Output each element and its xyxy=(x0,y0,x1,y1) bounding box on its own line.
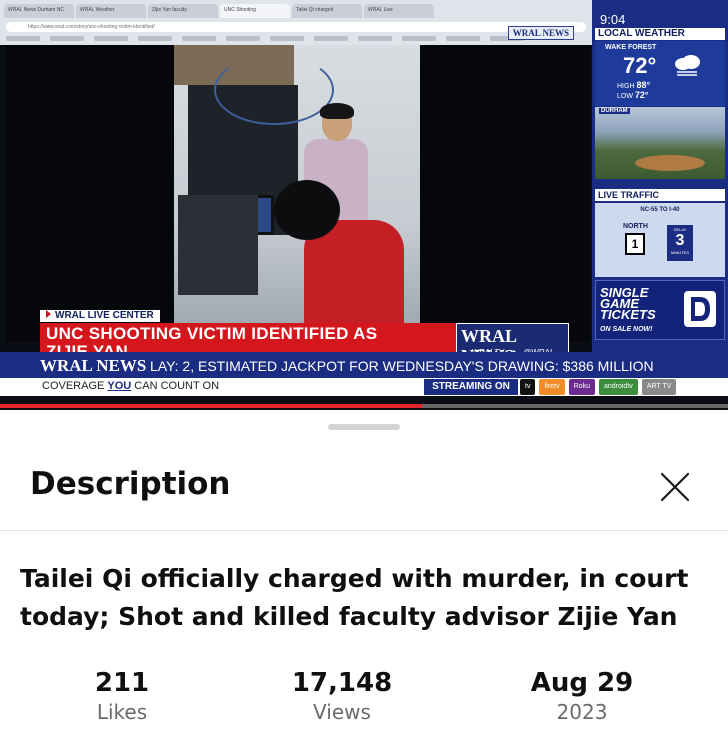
high-label: HIGH xyxy=(617,83,635,90)
tickets-ad: SINGLE GAME TICKETS ON SALE NOW! xyxy=(595,280,725,340)
bookmark-item[interactable] xyxy=(138,36,172,41)
apple-tv-badge: tv xyxy=(520,379,536,395)
weather-high-low: HIGH 88° LOW 72° xyxy=(617,81,650,101)
weather-temp: 72° xyxy=(623,53,657,78)
traffic-title: LIVE TRAFFIC xyxy=(595,189,725,201)
browser-tab[interactable]: WRAL Weather xyxy=(76,4,146,18)
browser-tab[interactable]: Zijie Yan faculty xyxy=(148,4,218,18)
weather-box: WAKE FOREST 72° HIGH 88° LOW 72° xyxy=(595,41,725,106)
bookmark-item[interactable] xyxy=(226,36,260,41)
browser-tab[interactable]: WRAL News Durham NC xyxy=(4,4,74,18)
video-player[interactable]: WRAL News Durham NC WRAL Weather Zijie Y… xyxy=(0,0,728,410)
traffic-direction: NORTH xyxy=(623,223,648,230)
upload-year: 2023 xyxy=(556,700,608,724)
art-tv-badge: ART TV xyxy=(641,379,677,395)
roku-badge: Roku xyxy=(568,379,595,395)
divider xyxy=(0,530,728,531)
lower-third-label: WRAL LIVE CENTER xyxy=(40,310,160,322)
slogan-you: YOU xyxy=(107,380,132,392)
views-count: 17,148 xyxy=(291,668,393,698)
views-stat: 17,148 Views xyxy=(262,668,422,726)
firetv-badge: firetv xyxy=(539,379,565,395)
ticker-text: LAY: 2, ESTIMATED JACKPOT FOR WEDNESDAY'… xyxy=(150,358,654,374)
drag-handle[interactable] xyxy=(328,424,400,430)
weather-camera: DURHAM xyxy=(595,107,725,179)
upload-date: Aug 29 xyxy=(530,668,634,698)
bookmark-item[interactable] xyxy=(446,36,480,41)
tickets-sub: ON SALE NOW! xyxy=(600,326,653,333)
weather-title: LOCAL WEATHER xyxy=(595,28,725,40)
close-icon xyxy=(660,472,690,502)
video-progress-bar[interactable] xyxy=(0,404,728,408)
lab-background xyxy=(174,45,420,342)
headline-line1: UNC SHOOTING VICTIM IDENTIFIED AS xyxy=(46,324,378,343)
likes-count: 211 xyxy=(94,668,150,698)
sheet-title: Description xyxy=(30,466,231,502)
views-label: Views xyxy=(313,700,371,724)
likes-stat: 211 Likes xyxy=(42,668,202,726)
delay-value: 3 xyxy=(675,232,685,249)
lab-equipment xyxy=(178,195,258,295)
android-tv-badge: androidtv xyxy=(598,379,638,395)
high-temp: 88° xyxy=(636,80,651,90)
traffic-box: NC-55 TO I-40 NORTH 1 DELAY 3 MINUTES xyxy=(595,203,725,277)
video-scene: WRAL LIVE CENTER UNC SHOOTING VICTIM IDE… xyxy=(6,45,590,366)
video-description: Tailei Qi officially charged with murder… xyxy=(20,564,689,631)
date-stat: Aug 29 2023 xyxy=(502,668,662,726)
browser-chrome: WRAL News Durham NC WRAL Weather Zijie Y… xyxy=(0,0,592,45)
video-progress-fill xyxy=(0,404,423,408)
cloud-rain-icon xyxy=(675,55,700,76)
streaming-services: tv firetv Roku androidtv ART TV xyxy=(520,379,677,395)
bookmark-item[interactable] xyxy=(182,36,216,41)
bookmark-item[interactable] xyxy=(314,36,348,41)
browser-tab-active[interactable]: UNC Shooting xyxy=(220,4,290,18)
slogan-pre: COVERAGE xyxy=(42,380,108,392)
browser-tab[interactable]: WRAL Live xyxy=(364,4,434,18)
bookmark-item[interactable] xyxy=(94,36,128,41)
bookmarks-bar xyxy=(6,34,586,42)
likes-label: Likes xyxy=(96,700,148,724)
bookmark-item[interactable] xyxy=(6,36,40,41)
low-label: LOW xyxy=(617,93,633,100)
weather-city: WAKE FOREST xyxy=(605,44,657,51)
tickets-text: SINGLE GAME TICKETS xyxy=(600,285,656,322)
description-sheet: Description Tailei Qi officially charged… xyxy=(0,412,728,748)
news-ticker: WRAL NEWS LAY: 2, ESTIMATED JACKPOT FOR … xyxy=(0,352,728,378)
bookmark-item[interactable] xyxy=(358,36,392,41)
browser-tab[interactable]: Tailei Qi charged xyxy=(292,4,362,18)
streaming-on-label: STREAMING ON xyxy=(424,379,518,395)
slogan-post: CAN COUNT ON xyxy=(131,380,220,392)
traffic-delay: DELAY 3 MINUTES xyxy=(667,225,693,261)
camera-label: DURHAM xyxy=(599,108,630,114)
close-button[interactable] xyxy=(652,464,696,508)
traffic-route: NC-55 TO I-40 xyxy=(640,207,680,213)
seated-person xyxy=(274,180,404,342)
durham-bulls-logo-icon xyxy=(684,291,716,327)
wral-logo-small: WRAL NEWS xyxy=(507,26,574,40)
low-temp: 72° xyxy=(634,90,649,100)
slogan: COVERAGE YOU CAN COUNT ON xyxy=(42,380,219,392)
browser-tabs: WRAL News Durham NC WRAL Weather Zijie Y… xyxy=(0,4,592,20)
address-bar[interactable]: https://www.wral.com/story/unc-shooting-… xyxy=(6,22,586,32)
delay-unit: MINUTES xyxy=(671,250,689,255)
ticker-logo: WRAL NEWS xyxy=(40,356,147,375)
ballpark-field xyxy=(635,155,705,171)
bookmark-item[interactable] xyxy=(402,36,436,41)
bookmark-item[interactable] xyxy=(270,36,304,41)
bookmark-item[interactable] xyxy=(50,36,84,41)
side-panel: 9:04 LOCAL WEATHER WAKE FOREST 72° HIGH … xyxy=(592,0,728,352)
route-shield-icon: 1 xyxy=(625,233,645,255)
clock: 9:04 xyxy=(600,12,626,27)
